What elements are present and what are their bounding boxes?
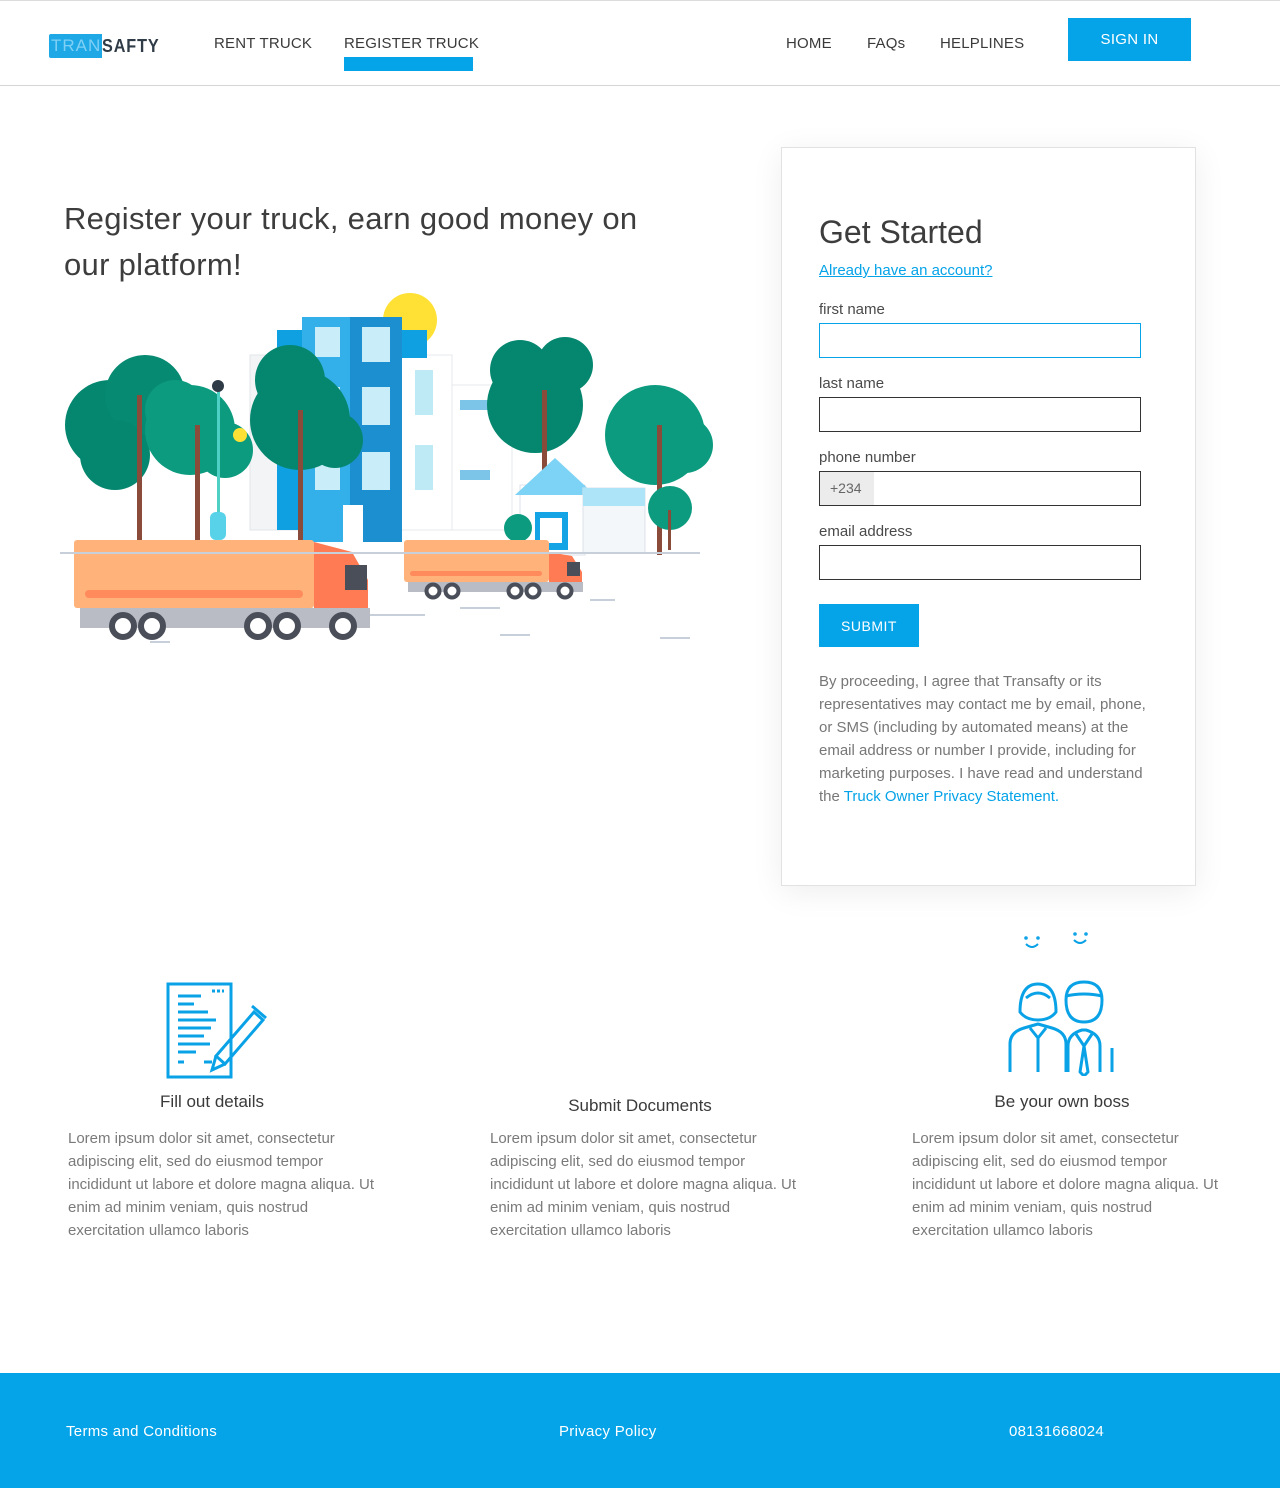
footer-phone-number[interactable]: 08131668024 [1009,1423,1104,1440]
city-trucks-illustration [60,293,713,643]
first-name-input[interactable] [819,323,1141,358]
privacy-statement-link[interactable]: Truck Owner Privacy Statement. [844,788,1059,805]
active-nav-indicator [344,57,473,71]
site-header: TRAN SAFTY RENT TRUCK REGISTER TRUCK HOM… [0,0,1280,86]
phone-country-prefix: +234 [820,472,874,505]
last-name-input[interactable] [819,397,1141,432]
form-title: Get Started [819,214,983,250]
logo-part-tran: TRAN [49,34,103,58]
nav-register-truck[interactable]: REGISTER TRUCK [344,35,479,52]
feature-title-submit-documents: Submit Documents [568,1096,712,1115]
last-name-label: last name [819,375,885,392]
feature-text-submit-documents: Lorem ipsum dolor sit amet, consectetur … [490,1130,797,1239]
feature-text-fill-details: Lorem ipsum dolor sit amet, consectetur … [68,1130,375,1239]
phone-number-input[interactable] [874,472,1140,505]
logo-part-safty: SAFTY [102,36,160,56]
first-name-label: first name [819,301,885,318]
feature-title-own-boss: Be your own boss [994,1092,1130,1111]
email-address-label: email address [819,523,913,540]
site-footer: Terms and Conditions Privacy Policy 0813… [0,1373,1280,1488]
feature-text-own-boss: Lorem ipsum dolor sit amet, consectetur … [912,1130,1219,1239]
get-started-card: Get Started Already have an account? fir… [781,147,1196,886]
feature-title-fill-details: Fill out details [160,1092,264,1111]
logo[interactable]: TRAN SAFTY [49,33,166,59]
already-have-account-link[interactable]: Already have an account? [819,262,992,279]
nav-faqs[interactable]: FAQs [867,35,905,52]
document-pen-icon [166,982,267,1079]
phone-number-field: +234 [819,471,1141,506]
submit-button[interactable]: SUBMIT [819,604,919,647]
hero-title: Register your truck, earn good money on … [64,201,638,282]
terms-and-conditions-link[interactable]: Terms and Conditions [66,1423,217,1440]
nav-helplines[interactable]: HELPLINES [940,35,1024,52]
nav-rent-truck[interactable]: RENT TRUCK [214,35,312,52]
business-people-icon [1008,932,1114,1076]
privacy-policy-link[interactable]: Privacy Policy [559,1423,657,1440]
sign-in-button[interactable]: SIGN IN [1068,18,1191,61]
email-address-input[interactable] [819,545,1141,580]
nav-home[interactable]: HOME [786,35,832,52]
phone-number-label: phone number [819,449,916,466]
consent-text: By proceeding, I agree that Transafty or… [819,670,1149,808]
consent-body: By proceeding, I agree that Transafty or… [819,673,1146,805]
